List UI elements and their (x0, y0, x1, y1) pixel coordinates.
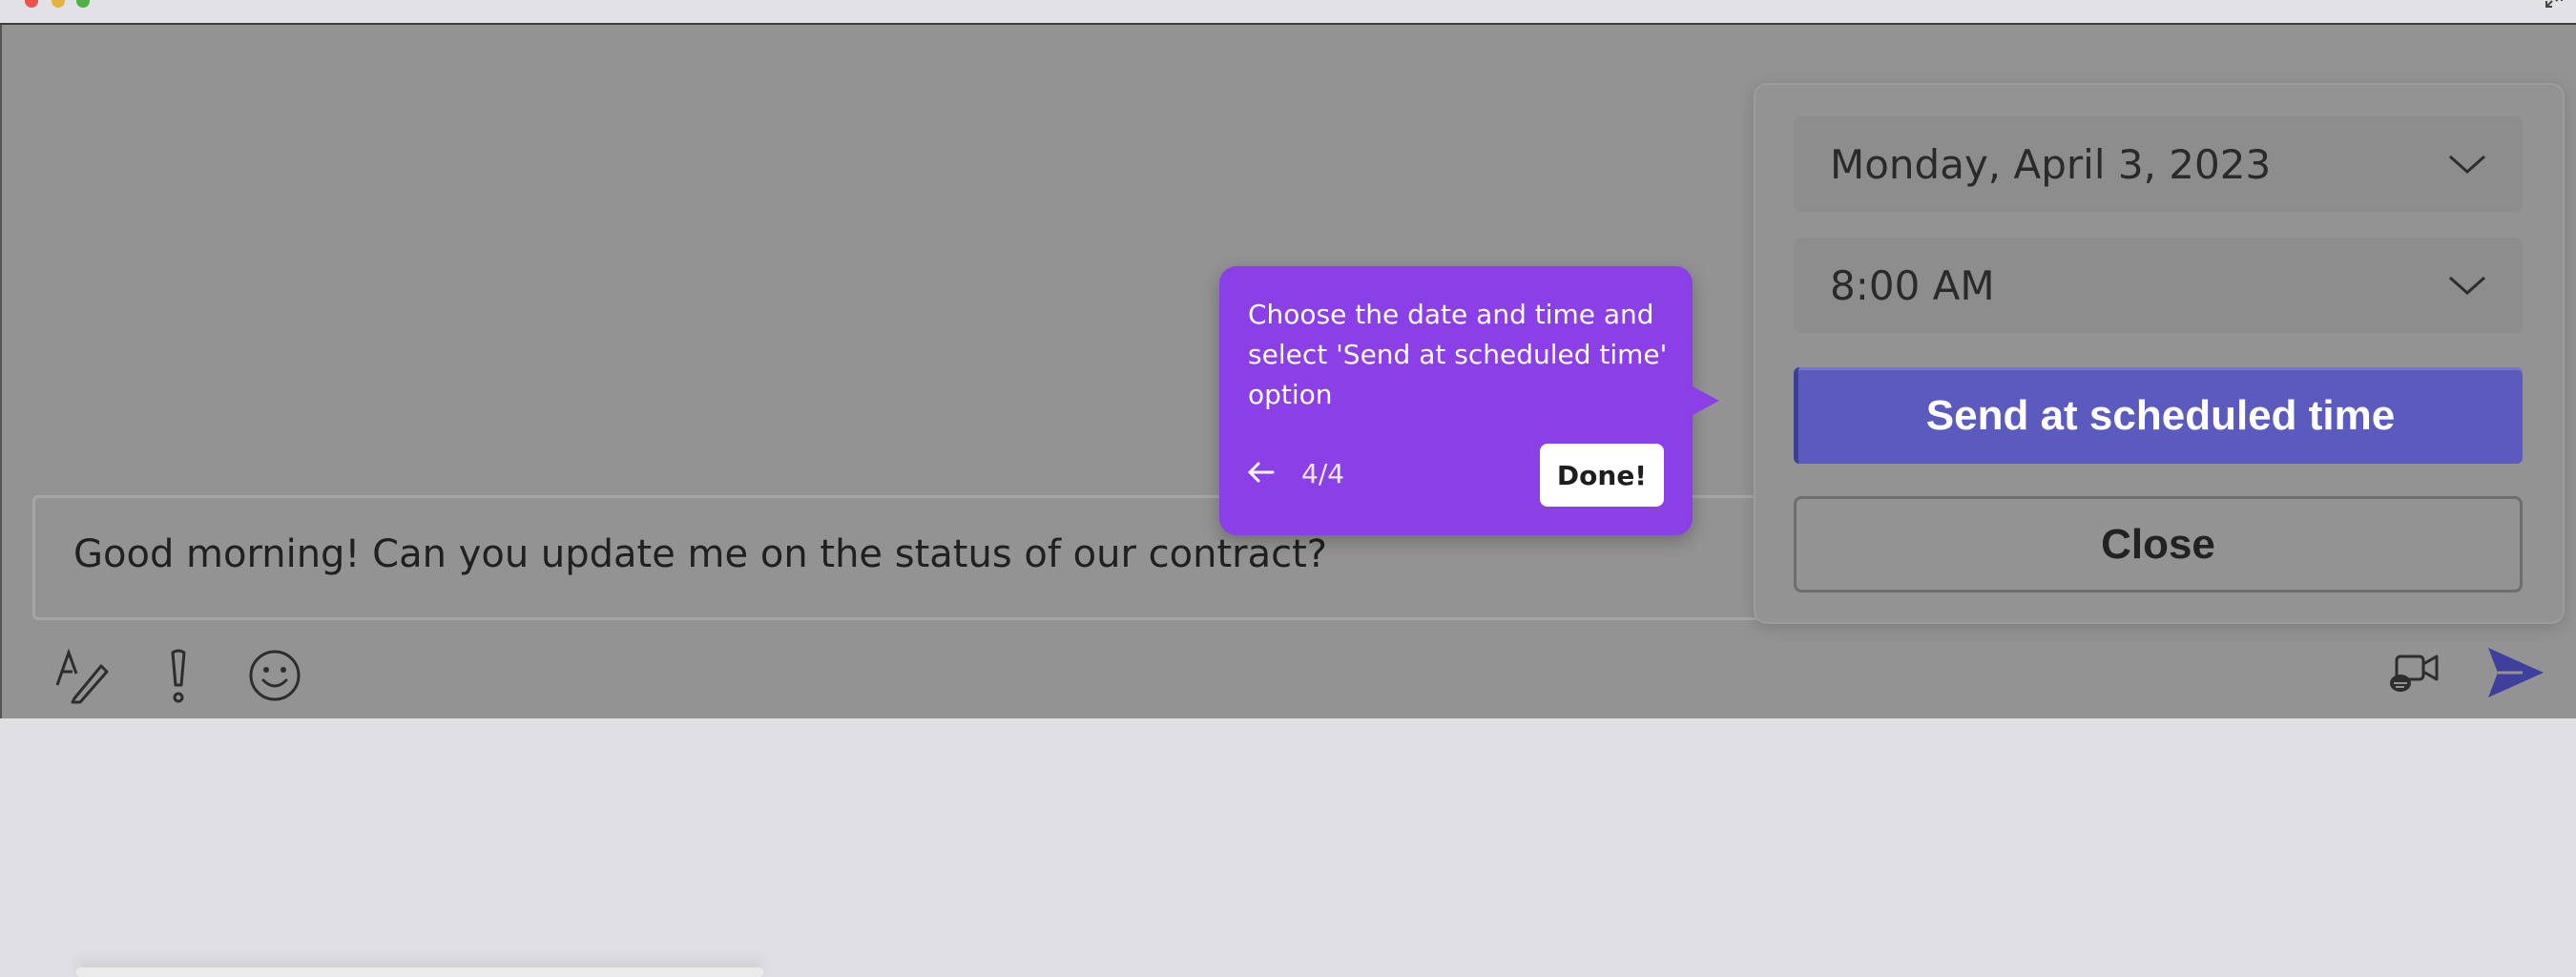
tour-tooltip: Choose the date and time and select 'Sen… (1219, 266, 1693, 535)
done-button[interactable]: Done! (1540, 444, 1664, 507)
date-value: Monday, April 3, 2023 (1830, 141, 2272, 188)
message-input[interactable]: Good morning! Can you update me on the s… (73, 532, 1327, 576)
tooltip-pointer (1691, 385, 1719, 416)
time-dropdown[interactable]: 8:00 AM (1794, 238, 2523, 333)
schedule-panel: Monday, April 3, 2023 8:00 AM Send at sc… (1755, 85, 2563, 622)
chevron-down-icon (2449, 276, 2485, 296)
background-area (0, 718, 2576, 977)
maximize-window-icon[interactable] (76, 0, 90, 8)
close-window-icon[interactable] (25, 0, 38, 8)
minimize-window-icon[interactable] (52, 0, 65, 8)
time-value: 8:00 AM (1830, 262, 1995, 309)
expand-icon[interactable] (2544, 0, 2565, 10)
emoji-icon[interactable] (248, 649, 301, 702)
bottom-panel-edge (76, 967, 763, 977)
format-icon[interactable] (53, 647, 111, 704)
send-icon[interactable] (2484, 644, 2545, 701)
step-counter: 4/4 (1301, 458, 1345, 489)
date-dropdown[interactable]: Monday, April 3, 2023 (1794, 116, 2523, 212)
close-button[interactable]: Close (1794, 496, 2523, 592)
priority-icon[interactable] (164, 649, 193, 706)
window-titlebar (0, 0, 2576, 25)
tooltip-text: Choose the date and time and select 'Sen… (1248, 299, 1668, 410)
meet-now-icon[interactable] (2387, 653, 2441, 696)
compose-box[interactable]: Good morning! Can you update me on the s… (32, 495, 1988, 620)
chevron-down-icon (2449, 155, 2485, 175)
send-at-scheduled-time-button[interactable]: Send at scheduled time (1794, 367, 2523, 464)
back-arrow-icon[interactable] (1246, 460, 1275, 485)
